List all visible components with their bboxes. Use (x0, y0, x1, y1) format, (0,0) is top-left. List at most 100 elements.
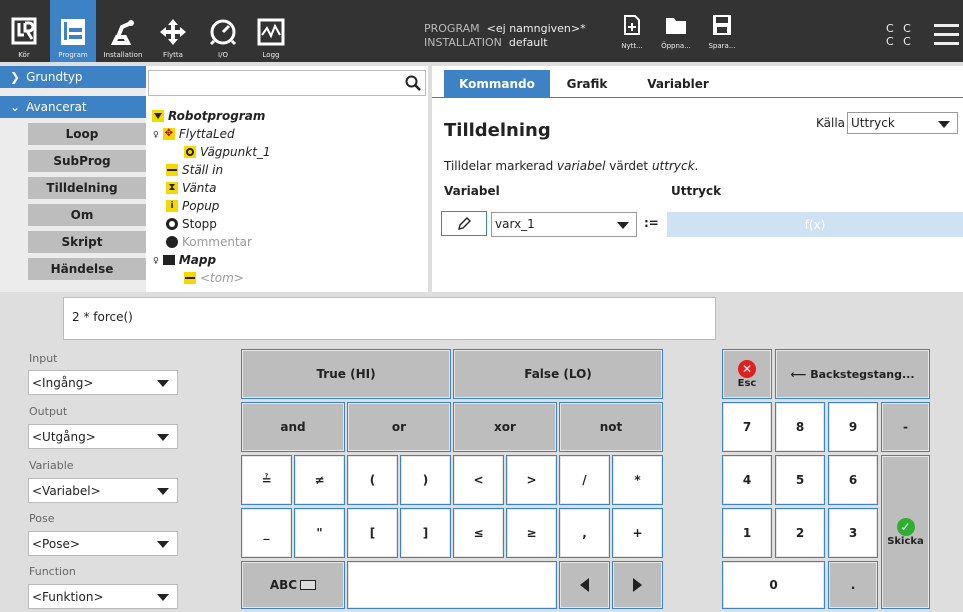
key-minus[interactable]: - (881, 402, 930, 452)
key-open-bracket[interactable]: [ (347, 508, 398, 558)
key-backspace[interactable]: ⟵ Backstegstang... (775, 349, 930, 399)
key-xor[interactable]: xor (453, 402, 557, 452)
variable-select[interactable]: varx_1 (491, 212, 637, 237)
key-2[interactable]: 2 (775, 508, 825, 558)
key-5[interactable]: 5 (775, 455, 825, 505)
key-cursor-left[interactable] (559, 561, 610, 609)
variable-picker[interactable]: <Variabel> (28, 478, 178, 503)
save-icon (713, 15, 731, 35)
arrow-left-icon (580, 578, 589, 592)
tree-node-label: Kommentar (182, 235, 252, 249)
key-abc[interactable]: ABC (241, 561, 345, 609)
key-decimal[interactable]: . (828, 561, 878, 609)
key-submit[interactable]: ✓ Skicka (881, 455, 930, 609)
key-and[interactable]: and (241, 402, 345, 452)
tab-command[interactable]: Kommando (444, 70, 550, 98)
desc-variable: variabel (557, 159, 606, 173)
group-advanced[interactable]: ⌄ Avancerat (0, 96, 146, 118)
key-9[interactable]: 9 (828, 402, 878, 452)
new-button[interactable]: Nytt... (612, 14, 652, 60)
tree-node-robot-program[interactable]: Robotprogram (152, 109, 265, 123)
pose-label: Pose (29, 512, 55, 525)
key-plus[interactable]: + (612, 508, 663, 558)
tree-node-comment[interactable]: Kommentar (166, 235, 252, 249)
key-false[interactable]: False (LO) (453, 349, 663, 399)
group-basic[interactable]: ❯ Grundtyp (0, 66, 146, 88)
key-greater-equal[interactable]: ≥ (506, 508, 557, 558)
hamburger-menu-icon[interactable] (934, 24, 959, 45)
key-equals[interactable]: ≟ (241, 455, 292, 505)
desc-text: värdet (605, 159, 652, 173)
nav-item-script[interactable]: Skript (28, 231, 146, 255)
nav-item-subprog[interactable]: SubProg (28, 150, 146, 174)
backspace-arrow-icon: ⟵ (790, 367, 807, 381)
key-open-paren[interactable]: ( (347, 455, 398, 505)
tree-node-popup[interactable]: i Popup (166, 199, 219, 213)
key-multiply[interactable]: * (612, 455, 663, 505)
assign-operator: := (644, 216, 659, 230)
key-0[interactable]: 0 (722, 561, 825, 609)
tab-variables[interactable]: Variabler (636, 70, 720, 98)
key-abc-label: ABC (269, 578, 298, 592)
nav-item-assignment[interactable]: Tilldelning (28, 177, 146, 201)
nav-run[interactable]: Kör (2, 0, 46, 62)
tree-search-input[interactable] (148, 70, 426, 96)
key-comma[interactable]: , (559, 508, 610, 558)
key-escape[interactable]: ✕ Esc (722, 349, 772, 399)
source-select[interactable]: Uttryck (847, 112, 958, 134)
key-4[interactable]: 4 (722, 455, 772, 505)
key-less-equal[interactable]: ≤ (453, 508, 504, 558)
key-3[interactable]: 3 (828, 508, 878, 558)
nav-io[interactable]: I/O (200, 0, 246, 62)
key-7[interactable]: 7 (722, 402, 772, 452)
key-8[interactable]: 8 (775, 402, 825, 452)
key-not-equals[interactable]: ≠ (294, 455, 345, 505)
key-true[interactable]: True (HI) (241, 349, 451, 399)
key-1[interactable]: 1 (722, 508, 772, 558)
group-basic-label: Grundtyp (26, 70, 83, 84)
edit-variable-button[interactable] (441, 211, 487, 236)
expression-field[interactable]: f(x) (667, 212, 963, 237)
save-button[interactable]: Spara... (702, 14, 742, 60)
tree-node-label: FlyttaLed (178, 127, 235, 141)
nav-item-if[interactable]: Om (28, 204, 146, 228)
tree-node-empty[interactable]: <tom> (184, 271, 244, 285)
tree-node-set[interactable]: Ställ in (166, 163, 223, 177)
tree-node-waypoint[interactable]: Vägpunkt_1 (184, 145, 271, 159)
key-space[interactable] (347, 561, 557, 609)
pencil-icon (458, 216, 471, 230)
key-or[interactable]: or (347, 402, 451, 452)
key-less-than[interactable]: < (453, 455, 504, 505)
nav-program[interactable]: Program (50, 0, 96, 62)
stop-icon (166, 218, 178, 230)
tree-node-movej[interactable]: ♀ ✥ FlyttaLed (153, 127, 235, 141)
key-close-paren[interactable]: ) (400, 455, 451, 505)
chevron-right-icon: ❯ (10, 70, 21, 84)
key-6[interactable]: 6 (828, 455, 878, 505)
tree-node-wait[interactable]: ⧗ Vänta (166, 181, 216, 195)
tree-node-folder[interactable]: ♀ Mapp (153, 253, 216, 267)
input-select[interactable]: <Ingång> (28, 370, 178, 395)
key-underscore[interactable]: _ (241, 508, 292, 558)
nav-installation[interactable]: Installation (100, 0, 146, 62)
pose-select[interactable]: <Pose> (28, 531, 178, 556)
key-greater-than[interactable]: > (506, 455, 557, 505)
key-close-bracket[interactable]: ] (400, 508, 451, 558)
key-quote[interactable]: " (294, 508, 345, 558)
function-select[interactable]: <Funktion> (28, 584, 178, 609)
output-select[interactable]: <Utgång> (28, 424, 178, 449)
set-icon (166, 164, 178, 176)
nav-move[interactable]: Flytta (150, 0, 196, 62)
key-not[interactable]: not (559, 402, 663, 452)
tree-node-stop[interactable]: Stopp (166, 217, 217, 231)
tab-graphics[interactable]: Grafik (552, 70, 622, 98)
open-button[interactable]: Öppna... (656, 14, 696, 60)
input-select-value: <Ingång> (32, 375, 94, 390)
nav-log[interactable]: Logg (248, 0, 294, 62)
nav-item-event[interactable]: Händelse (28, 258, 146, 282)
log-chart-icon (257, 18, 285, 46)
key-cursor-right[interactable] (612, 561, 663, 609)
key-divide[interactable]: / (559, 455, 610, 505)
nav-item-loop[interactable]: Loop (28, 123, 146, 147)
expression-input[interactable]: 2 * force() (63, 297, 716, 340)
